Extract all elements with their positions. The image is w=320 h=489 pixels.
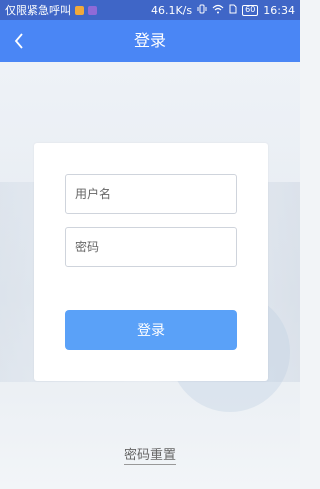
status-right: 46.1K/s 60 16:34 bbox=[151, 4, 295, 17]
password-input[interactable] bbox=[65, 227, 237, 267]
password-reset-label: 密码重置 bbox=[123, 448, 176, 465]
app-bar: 登录 bbox=[0, 20, 300, 62]
battery-icon: 60 bbox=[242, 4, 259, 16]
carrier-text: 仅限紧急呼叫 bbox=[5, 4, 71, 17]
login-button[interactable]: 登录 bbox=[65, 310, 237, 350]
app-notification-icon bbox=[88, 5, 97, 15]
login-card: 登录 bbox=[34, 143, 268, 381]
sim-icon bbox=[229, 4, 237, 17]
network-speed: 46.1K/s bbox=[150, 3, 193, 17]
username-input[interactable] bbox=[65, 174, 237, 214]
app-notification-icon bbox=[75, 5, 84, 15]
status-bar: 仅限紧急呼叫 46.1K/s 60 16:34 bbox=[0, 0, 300, 20]
clock: 16:34 bbox=[263, 3, 295, 17]
password-reset-link[interactable]: 密码重置 bbox=[0, 444, 300, 465]
wifi-icon bbox=[212, 4, 224, 17]
vibrate-icon bbox=[197, 4, 207, 17]
status-left: 仅限紧急呼叫 bbox=[5, 2, 97, 18]
page-title: 登录 bbox=[133, 31, 166, 50]
